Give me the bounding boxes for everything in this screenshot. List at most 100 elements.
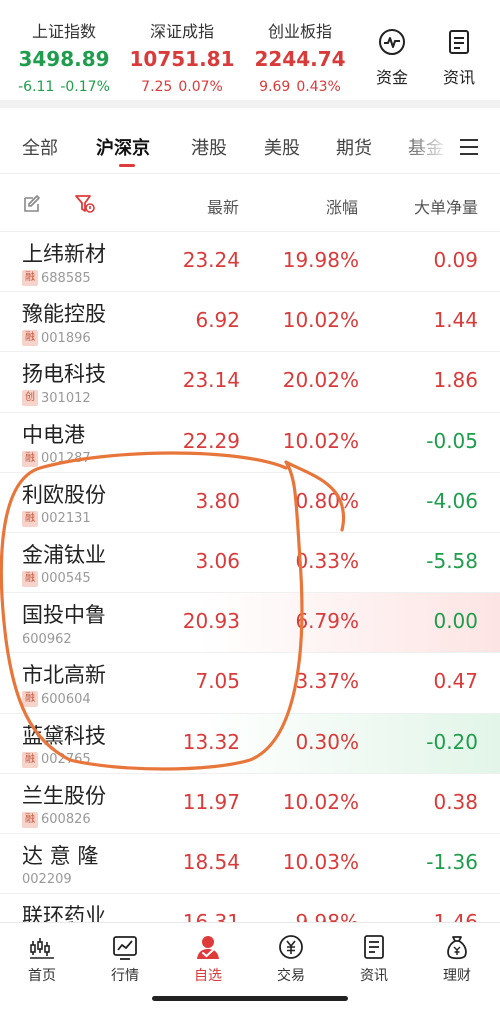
home-indicator xyxy=(152,996,348,1001)
stock-net-large-order: 0.47 xyxy=(433,669,478,694)
stock-change-pct: 3.37% xyxy=(295,669,359,694)
stock-row[interactable]: 利欧股份融 002131 3.80 0.80% -4.06 xyxy=(0,473,500,533)
column-header: 最新 涨幅 大单净量 xyxy=(0,174,500,232)
stock-net-large-order: -1.36 xyxy=(426,849,478,874)
stock-row[interactable]: 兰生股份融 600826 11.97 10.02% 0.38 xyxy=(0,774,500,834)
stock-price: 20.93 xyxy=(182,609,240,634)
stock-price: 13.32 xyxy=(182,729,240,754)
nav-market[interactable]: 行情 xyxy=(95,933,155,985)
stock-row[interactable]: 豫能控股融 001896 6.92 10.02% 1.44 xyxy=(0,292,500,353)
index-bar: 上证指数 3498.89 -6.11 -0.17% 深证成指 10751.81 7… xyxy=(0,0,500,108)
stock-price: 22.29 xyxy=(182,428,240,453)
funds-label: 资金 xyxy=(375,68,408,87)
index-value: 10751.81 xyxy=(129,47,235,71)
nav-wealth[interactable]: 理财 xyxy=(427,933,487,985)
nav-news[interactable]: 资讯 xyxy=(344,933,404,985)
tab-all[interactable]: 全部 xyxy=(22,134,58,160)
stock-row[interactable]: 达 意 隆 002209 18.54 10.03% -1.36 xyxy=(0,834,500,895)
stock-price: 11.97 xyxy=(182,789,240,814)
nav-label: 自选 xyxy=(194,968,222,984)
stock-code: 002765 xyxy=(41,752,91,767)
tab-hk[interactable]: 港股 xyxy=(191,134,227,160)
edit-icon[interactable] xyxy=(22,194,42,214)
tab-menu-icon[interactable] xyxy=(458,138,480,156)
index-pct: 0.43% xyxy=(296,79,341,95)
stock-net-large-order: 0.38 xyxy=(433,789,478,814)
stock-change-pct: 10.02% xyxy=(282,789,359,814)
tab-futures[interactable]: 期货 xyxy=(336,134,372,160)
stock-row[interactable]: 扬电科技创 301012 23.14 20.02% 1.86 xyxy=(0,352,500,413)
index-pct: 0.07% xyxy=(178,79,223,95)
nav-label: 首页 xyxy=(28,968,56,984)
stock-net-large-order: 1.86 xyxy=(433,368,478,393)
index-change: 7.25 xyxy=(141,79,173,95)
index-name: 上证指数 xyxy=(31,22,96,41)
stock-change-pct: 20.02% xyxy=(282,368,359,393)
nav-label: 资讯 xyxy=(360,968,388,984)
yen-trade-icon xyxy=(279,935,303,959)
stock-name: 达 意 隆 xyxy=(22,843,99,868)
stock-row[interactable]: 蓝黛科技融 002765 13.32 0.30% -0.20 xyxy=(0,713,500,774)
watchlist-screen: 上证指数 3498.89 -6.11 -0.17% 深证成指 10751.81 7… xyxy=(0,0,500,1012)
margin-tag-badge: 创 xyxy=(22,390,38,407)
filter-icon[interactable] xyxy=(74,193,96,215)
margin-tag-badge: 融 xyxy=(22,811,38,828)
stock-code: 600962 xyxy=(22,631,72,647)
stock-code: 600604 xyxy=(41,691,91,707)
stock-net-large-order: 1.44 xyxy=(433,308,478,333)
stock-price: 18.54 xyxy=(182,849,240,874)
stock-change-pct: 19.98% xyxy=(282,248,359,272)
stock-name: 上纬新材 xyxy=(22,242,106,266)
stock-change-pct: 0.30% xyxy=(295,729,359,754)
stock-code: 688585 xyxy=(41,270,91,286)
stock-row[interactable]: 市北高新融 600604 7.05 3.37% 0.47 xyxy=(0,653,500,714)
stock-price: 23.24 xyxy=(182,248,240,272)
stock-net-large-order: 0.00 xyxy=(433,609,478,634)
index-sz[interactable]: 深证成指 10751.81 7.25 0.07% xyxy=(122,18,242,95)
col-change-pct[interactable]: 涨幅 xyxy=(326,194,358,218)
stock-row[interactable]: 中电港融 001287 22.29 10.02% -0.05 xyxy=(0,413,500,473)
stock-name: 扬电科技 xyxy=(22,362,106,387)
info-button[interactable]: 资讯 xyxy=(434,28,484,88)
margin-tag-badge: 融 xyxy=(22,450,38,467)
stock-code: 001287 xyxy=(41,451,91,467)
stock-price: 6.92 xyxy=(195,308,240,333)
index-name: 创业板指 xyxy=(267,22,332,41)
col-latest[interactable]: 最新 xyxy=(207,194,239,218)
margin-tag-badge: 融 xyxy=(22,570,38,587)
stock-row[interactable]: 上纬新材融 688585 23.24 19.98% 0.09 xyxy=(0,232,500,293)
nav-watchlist[interactable]: 自选 xyxy=(178,933,238,985)
index-value: 3498.89 xyxy=(18,47,110,71)
stock-change-pct: 10.02% xyxy=(282,308,359,333)
stock-row[interactable]: 金浦钛业融 000545 3.06 0.33% -5.58 xyxy=(0,533,500,594)
home-chart-icon xyxy=(30,938,54,959)
funds-button[interactable]: 资金 xyxy=(367,28,417,88)
nav-trade[interactable]: 交易 xyxy=(261,933,321,985)
stock-change-pct: 0.33% xyxy=(295,548,359,573)
nav-label: 交易 xyxy=(277,968,305,984)
market-tabs: 全部 沪深京 港股 美股 期货 基金 xyxy=(0,116,500,174)
stock-code: 000545 xyxy=(41,571,91,587)
document-icon xyxy=(449,30,469,54)
nav-label: 理财 xyxy=(443,968,471,984)
tab-us[interactable]: 美股 xyxy=(264,134,300,160)
margin-tag-badge: 融 xyxy=(22,270,38,286)
stock-name: 利欧股份 xyxy=(22,482,106,507)
nav-home[interactable]: 首页 xyxy=(12,933,72,985)
stock-code: 002209 xyxy=(22,872,72,888)
stock-net-large-order: -5.58 xyxy=(426,548,478,573)
stock-name: 金浦钛业 xyxy=(22,542,106,567)
market-icon xyxy=(113,936,137,960)
watchlist-user-icon xyxy=(197,936,219,959)
stock-row[interactable]: 国投中鲁 600962 20.93 6.79% 0.00 xyxy=(0,593,500,654)
stock-price: 3.06 xyxy=(195,548,240,573)
index-sh[interactable]: 上证指数 3498.89 -6.11 -0.17% xyxy=(4,18,124,95)
index-cyb[interactable]: 创业板指 2244.74 9.69 0.43% xyxy=(240,18,360,95)
tab-sh-sz-bj[interactable]: 沪深京 xyxy=(96,134,150,160)
stock-name: 国投中鲁 xyxy=(22,603,106,628)
stock-list: 上纬新材融 688585 23.24 19.98% 0.09 豫能控股融 001896 6.9… xyxy=(0,232,500,955)
index-pct: -0.17% xyxy=(60,79,110,95)
col-net-large[interactable]: 大单净量 xyxy=(414,194,478,218)
margin-tag-badge: 融 xyxy=(22,510,38,527)
margin-tag-badge: 融 xyxy=(22,691,38,708)
